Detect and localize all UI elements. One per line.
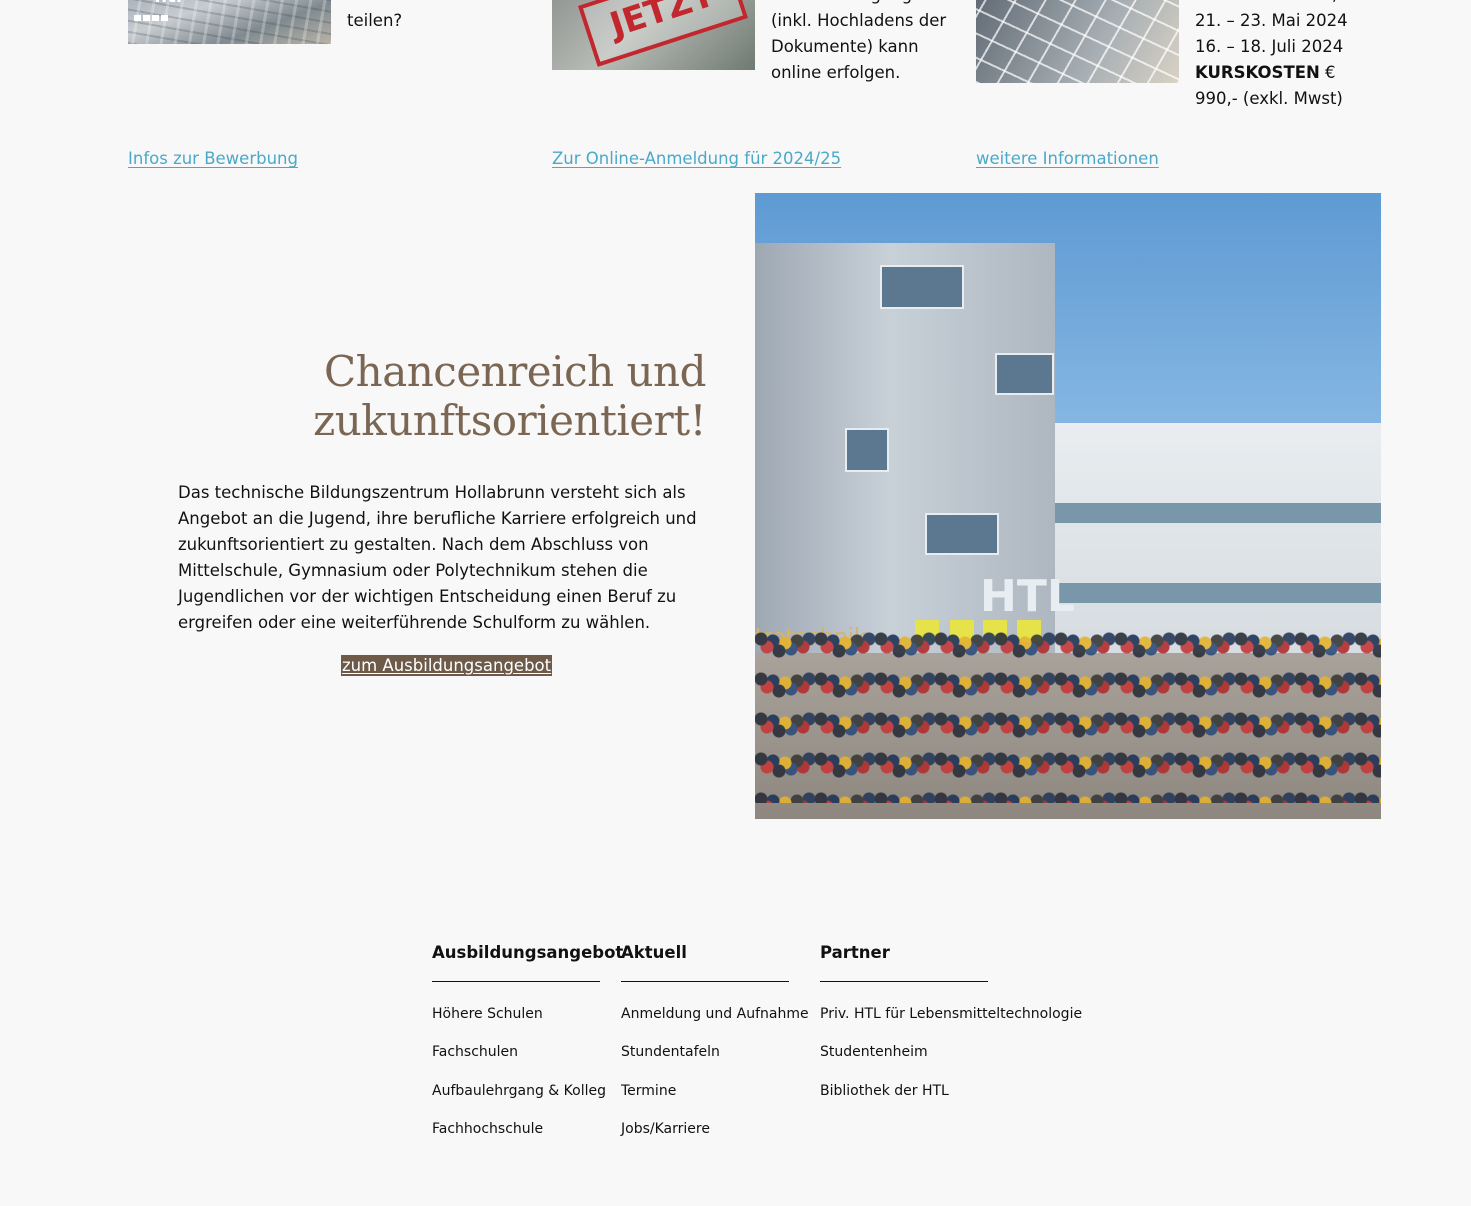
- footer-link[interactable]: Aufbaulehrgang & Kolleg: [432, 1081, 623, 1101]
- card1-line: Technik mit anderen: [347, 0, 514, 8]
- footer-list: Höhere Schulen Fachschulen Aufbaulehrgan…: [432, 1004, 623, 1139]
- footer-column-education: Ausbildungsangebot Höhere Schulen Fachsc…: [432, 942, 623, 1157]
- card2-text: Anmeldevorgangs (inkl. Hochladens der Do…: [771, 0, 946, 86]
- card3-line: TeilnehmerInnen,: [1195, 0, 1348, 8]
- footer-column-news: Aktuell Anmeldung und Aufnahme Stundenta…: [621, 942, 809, 1157]
- course-cost-label: KURSKOSTEN: [1195, 63, 1320, 82]
- solar-panel-icon: [976, 0, 1179, 83]
- card2-line: Anmeldevorgangs: [771, 0, 946, 8]
- footer-link[interactable]: Bibliothek der HTL: [820, 1081, 1082, 1101]
- footer-divider: [621, 981, 789, 982]
- card1-line: teilen?: [347, 11, 403, 30]
- more-info-link[interactable]: weitere Informationen: [976, 149, 1159, 168]
- card3-text: TeilnehmerInnen, 21. – 23. Mai 2024 16. …: [1195, 0, 1348, 112]
- application-info-link[interactable]: Infos zur Bewerbung: [128, 149, 298, 168]
- footer-divider: [432, 981, 600, 982]
- card2-line: Dokumente) kann: [771, 37, 919, 56]
- course-cost-value: 990,- (exkl. Mwst): [1195, 89, 1343, 108]
- footer-link[interactable]: Fachschulen: [432, 1042, 623, 1062]
- hero-title: Chancenreich und zukunftsorientiert!: [300, 347, 706, 445]
- school-building-photo: HTL trotechnik: [755, 193, 1381, 819]
- photo-crowd: [755, 623, 1381, 803]
- solar-course-thumbnail[interactable]: [976, 0, 1179, 83]
- education-offer-button[interactable]: zum Ausbildungsangebot: [341, 655, 553, 676]
- footer-link[interactable]: Stundentafeln: [621, 1042, 809, 1062]
- card3-date: 21. – 23. Mai 2024: [1195, 11, 1348, 30]
- online-registration-link[interactable]: Zur Online-Anmeldung für 2024/25: [552, 149, 841, 168]
- footer-list: Anmeldung und Aufnahme Stundentafeln Ter…: [621, 1004, 809, 1139]
- footer-link[interactable]: Anmeldung und Aufnahme: [621, 1004, 809, 1024]
- card2-line: (inkl. Hochladens der: [771, 11, 947, 30]
- card2-line: online erfolgen.: [771, 63, 901, 82]
- footer-heading: Partner: [820, 943, 890, 962]
- footer-link[interactable]: Termine: [621, 1081, 809, 1101]
- footer-column-partner: Partner Priv. HTL für Lebensmitteltechno…: [820, 942, 1082, 1119]
- footer-heading: Aktuell: [621, 943, 687, 962]
- card3-date: 16. – 18. Juli 2024: [1195, 37, 1344, 56]
- hero-title-line: Chancenreich und: [324, 347, 706, 396]
- jetzt-stamp-icon: JETZT: [577, 0, 749, 67]
- footer-list: Priv. HTL für Lebensmitteltechnologie St…: [820, 1004, 1082, 1101]
- footer-divider: [820, 981, 988, 982]
- footer-heading: Ausbildungsangebot: [432, 943, 624, 962]
- htl-logo-icon: htl: [134, 0, 182, 22]
- currency-symbol: €: [1319, 63, 1336, 82]
- footer-link[interactable]: Studentenheim: [820, 1042, 1082, 1062]
- footer-link[interactable]: Fachhochschule: [432, 1119, 623, 1139]
- hero-title-line: zukunftsorientiert!: [313, 396, 706, 445]
- footer-link[interactable]: Höhere Schulen: [432, 1004, 623, 1024]
- course-cost: KURSKOSTEN €: [1195, 60, 1348, 86]
- photo-htl-sign: HTL: [980, 571, 1075, 622]
- registration-thumbnail[interactable]: JETZT: [552, 0, 755, 70]
- hero-description: Das technische Bildungszentrum Hollabrun…: [178, 483, 697, 632]
- htl-campus-thumbnail[interactable]: htl: [128, 0, 331, 44]
- footer-link[interactable]: Priv. HTL für Lebensmitteltechnologie: [820, 1004, 1082, 1024]
- footer-link[interactable]: Jobs/Karriere: [621, 1119, 809, 1139]
- card1-text: Technik mit anderen teilen?: [347, 0, 514, 34]
